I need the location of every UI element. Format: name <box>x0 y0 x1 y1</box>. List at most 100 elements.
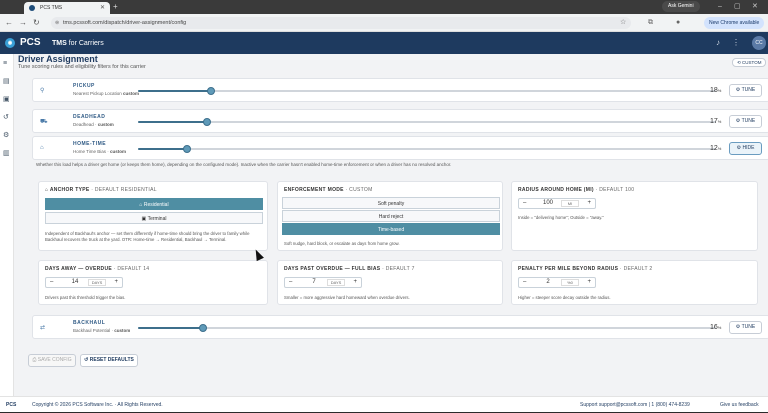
avatar[interactable]: CC <box>752 36 766 50</box>
radius-title: RADIUS AROUND HOME (MI) <box>518 187 594 193</box>
footer-support-link[interactable]: Support support@pcssoft.com | 1 (800) 47… <box>580 397 690 413</box>
save-config-button[interactable]: ⎙ SAVE CONFIG <box>28 354 76 367</box>
radius-desc: Inside = "delivering home"; Outside = "a… <box>518 215 604 220</box>
tune-button[interactable]: ⚙ TUNE <box>729 115 762 128</box>
rule-slider[interactable] <box>138 87 716 95</box>
penalty-title: PENALTY PER MILE BEYOND RADIUS <box>518 266 619 272</box>
days-past-stepper[interactable]: – 7 DAYS + <box>284 277 362 288</box>
slider-handle[interactable] <box>207 87 215 95</box>
slider-fill <box>138 121 207 123</box>
anchor-type-desc: Independent of Backhaul's anchor — set t… <box>45 231 250 242</box>
slider-handle[interactable] <box>203 118 211 126</box>
increment-button[interactable]: + <box>587 278 591 287</box>
rule-desc: Home Time Bias · custom <box>73 149 126 154</box>
penalty-label: PENALTY PER MILE BEYOND RADIUS · DEFAULT… <box>518 266 653 272</box>
rule-desc-tag: custom <box>123 91 140 96</box>
stepper-value[interactable]: 100 <box>539 199 557 208</box>
enforcement-mode-panel: ENFORCEMENT MODE · CUSTOM Soft penalty H… <box>277 181 503 251</box>
rule-name: BACKHAUL <box>73 320 106 326</box>
decrement-button[interactable]: – <box>289 278 292 287</box>
decrement-button[interactable]: – <box>50 278 53 287</box>
increment-button[interactable]: + <box>114 278 118 287</box>
tune-button[interactable]: ⚙ TUNE <box>729 84 762 97</box>
rule-value: 12% <box>710 145 721 152</box>
rule-name: HOME-TIME <box>73 141 107 147</box>
settings-icon[interactable]: ⚙ <box>3 132 9 140</box>
rule-value-number: 18 <box>710 87 718 94</box>
days-past-title: DAYS PAST OVERDUE — FULL BIAS <box>284 266 381 272</box>
feedback-link[interactable]: Give us feedback <box>720 397 759 413</box>
anchor-option-label: Terminal <box>147 216 167 222</box>
hide-button[interactable]: ⚙ HIDE <box>729 142 762 155</box>
slider-fill <box>138 327 203 329</box>
decrement-button[interactable]: – <box>523 199 526 208</box>
profile-icon[interactable]: ● <box>676 18 680 28</box>
enforcement-mode-title: ENFORCEMENT MODE <box>284 187 344 193</box>
close-icon[interactable]: ✕ <box>100 2 105 14</box>
slider-handle[interactable] <box>199 324 207 332</box>
radius-stepper[interactable]: – 100 MI + <box>518 198 596 209</box>
rule-desc-text: Backhaul Potential · <box>73 328 114 333</box>
new-tab-icon[interactable]: + <box>113 2 118 12</box>
enforcement-mode-label: ENFORCEMENT MODE · CUSTOM <box>284 187 373 193</box>
window-close-icon[interactable]: ✕ <box>752 0 758 14</box>
favicon-icon <box>29 5 35 11</box>
home-icon: ⌂ <box>40 145 44 151</box>
stepper-value[interactable]: 14 <box>66 278 84 287</box>
apps-grid-icon[interactable]: ⋮ <box>732 38 740 48</box>
increment-button[interactable]: + <box>587 199 591 208</box>
anchor-option-terminal[interactable]: ▣ Terminal <box>45 212 263 224</box>
anchor-option-residential[interactable]: ⌂ Residential <box>45 198 263 210</box>
minimize-icon[interactable]: – <box>718 0 722 14</box>
rule-row-backhaul: ⇄ BACKHAUL Backhaul Potential · custom 1… <box>32 315 768 339</box>
browser-tab[interactable]: PCS TMS ✕ <box>24 2 110 14</box>
decrement-button[interactable]: – <box>523 278 526 287</box>
forward-icon[interactable]: → <box>19 17 27 29</box>
stepper-value[interactable]: 2 <box>539 278 557 287</box>
slider-fill <box>138 148 187 150</box>
days-away-stepper[interactable]: – 14 DAYS + <box>45 277 123 288</box>
tune-label: TUNE <box>741 118 756 124</box>
tune-button[interactable]: ⚙ TUNE <box>729 321 762 334</box>
rule-value: 17% <box>710 118 721 125</box>
rule-desc-text: Nearest Pickup Location <box>73 91 122 96</box>
hide-label: HIDE <box>742 145 755 151</box>
rule-slider[interactable] <box>138 324 716 332</box>
rule-desc-tag: custom <box>97 122 114 127</box>
rule-desc: Nearest Pickup Location custom <box>73 91 139 96</box>
rule-slider[interactable] <box>138 118 716 126</box>
star-icon[interactable]: ☆ <box>620 18 626 28</box>
maximize-icon[interactable]: ▢ <box>734 0 741 14</box>
rule-value-number: 16 <box>710 324 718 331</box>
back-icon[interactable]: ← <box>5 17 13 29</box>
stepper-value[interactable]: 7 <box>305 278 323 287</box>
enforcement-option-soft[interactable]: Soft penalty <box>282 197 500 209</box>
rule-slider[interactable] <box>138 145 716 153</box>
slider-handle[interactable] <box>183 145 191 153</box>
reports-icon[interactable]: ▥ <box>3 150 10 158</box>
bell-icon[interactable]: ♪ <box>716 38 720 48</box>
address-bar[interactable]: ⊜ tms.pcssoft.com/dispatch/driver-assign… <box>51 17 631 29</box>
anchor-type-default: · DEFAULT RESIDENTIAL <box>91 187 157 193</box>
dispatch-icon[interactable]: ▤ <box>3 78 10 86</box>
save-config-label: SAVE CONFIG <box>37 357 72 363</box>
penalty-stepper[interactable]: – 2 %0 + <box>518 277 596 288</box>
reload-icon[interactable]: ↻ <box>33 17 40 29</box>
anchor-option-label: Residential <box>143 202 169 208</box>
reset-defaults-button[interactable]: ↺ RESET DEFAULTS <box>80 354 138 367</box>
enforcement-option-hard[interactable]: Hard reject <box>282 210 500 222</box>
penalty-default: · DEFAULT 2 <box>619 266 653 272</box>
ask-gemini-button[interactable]: Ask Gemini <box>662 1 700 12</box>
enforcement-option-time[interactable]: Time-based <box>282 223 500 235</box>
penalty-desc: Higher = steeper score decay outside the… <box>518 295 611 300</box>
refresh-icon[interactable]: ↺ <box>3 114 9 122</box>
chrome-update-button[interactable]: New Chrome available <box>704 17 765 29</box>
site-info-icon[interactable]: ⊜ <box>55 17 59 29</box>
documents-icon[interactable]: ▣ <box>3 96 10 104</box>
browser-tab-strip: PCS TMS ✕ + Ask Gemini – ▢ ✕ <box>0 0 768 14</box>
sidebar: ≡ ▤ ▣ ↺ ⚙ ▥ <box>0 54 14 396</box>
increment-button[interactable]: + <box>353 278 357 287</box>
menu-icon[interactable]: ≡ <box>3 60 7 68</box>
app-logo-icon[interactable]: ◉ <box>5 38 15 48</box>
extensions-icon[interactable]: ⧉ <box>648 18 653 28</box>
